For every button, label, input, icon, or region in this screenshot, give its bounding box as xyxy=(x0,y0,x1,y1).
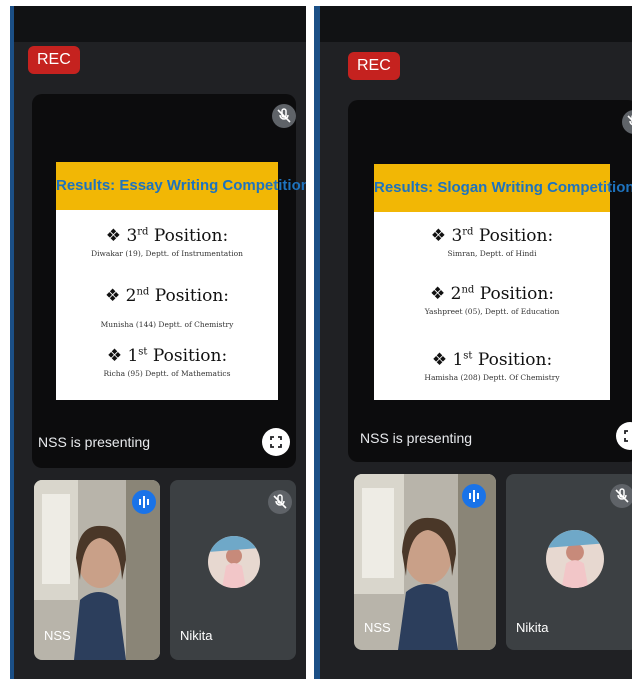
position-detail: Diwakar (19), Deptt. of Instrumentation xyxy=(91,249,243,258)
fullscreen-icon[interactable] xyxy=(262,428,290,456)
participant-tile-nss[interactable]: NSS xyxy=(34,480,160,660)
position-detail: Simran, Deptt. of Hindi xyxy=(447,249,537,258)
mic-off-icon xyxy=(610,484,632,508)
participant-name: Nikita xyxy=(516,620,549,635)
position-entry: ❖ 2nd Position: Yashpreet (05), Deptt. o… xyxy=(374,284,610,316)
presentation-stage[interactable]: Results: Essay Writing Competition ❖ 3rd… xyxy=(32,94,306,468)
position-entry: ❖ 1st Position: Richa (95) Deptt. of Mat… xyxy=(56,346,278,378)
position-detail: Yashpreet (05), Deptt. of Education xyxy=(424,307,560,316)
speaking-indicator-icon xyxy=(462,484,486,508)
position-entry: ❖ 3rd Position: Diwakar (19), Deptt. of … xyxy=(56,226,278,258)
diamond-bullet-icon: ❖ xyxy=(105,226,127,246)
top-bar xyxy=(14,6,306,42)
position-detail: Hamisha (208) Deptt. Of Chemistry xyxy=(424,373,560,382)
mic-off-icon[interactable] xyxy=(272,104,296,128)
participant-name: Nikita xyxy=(180,628,213,643)
diamond-bullet-icon: ❖ xyxy=(106,346,128,366)
slide-title: Results: Slogan Writing Competition xyxy=(374,164,632,212)
diamond-bullet-icon: ❖ xyxy=(104,286,126,306)
participant-tile-nss[interactable]: NSS xyxy=(354,474,496,650)
recording-badge: REC xyxy=(348,52,400,80)
position-entry: ❖ 1st Position: Hamisha (208) Deptt. Of … xyxy=(374,350,610,382)
shared-slide: Results: Essay Writing Competition ❖ 3rd… xyxy=(56,162,306,400)
slide-title: Results: Essay Writing Competition xyxy=(56,162,306,210)
meeting-panel-left: REC Results: Essay Writing Competition ❖… xyxy=(10,6,306,679)
meeting-panel-right: REC Results: Slogan Writing Competition … xyxy=(314,6,632,679)
diamond-bullet-icon: ❖ xyxy=(430,226,452,246)
participant-name: NSS xyxy=(44,628,71,643)
mic-off-icon xyxy=(268,490,292,514)
speaking-indicator-icon xyxy=(132,490,156,514)
avatar xyxy=(208,536,260,588)
position-detail: Munisha (144) Deptt. of Chemistry xyxy=(100,320,234,329)
position-entry: ❖ 3rd Position: Simran, Deptt. of Hindi xyxy=(374,226,610,258)
position-detail: Richa (95) Deptt. of Mathematics xyxy=(103,369,231,378)
mic-off-icon[interactable] xyxy=(622,110,632,134)
position-entry: ❖ 2nd Position: Munisha (144) Deptt. of … xyxy=(56,286,278,329)
recording-badge: REC xyxy=(28,46,80,74)
presenting-label: NSS is presenting xyxy=(38,434,151,450)
participant-tile-nikita[interactable]: Nikita xyxy=(170,480,296,660)
diamond-bullet-icon: ❖ xyxy=(429,284,451,304)
shared-slide: Results: Slogan Writing Competition ❖ 3r… xyxy=(374,164,632,400)
fullscreen-icon[interactable] xyxy=(616,422,632,450)
presenting-label: NSS is presenting xyxy=(360,430,473,446)
participant-tile-nikita[interactable]: Nikita xyxy=(506,474,632,650)
presentation-stage[interactable]: Results: Slogan Writing Competition ❖ 3r… xyxy=(348,100,632,462)
avatar xyxy=(546,530,604,588)
participant-name: NSS xyxy=(364,620,391,635)
diamond-bullet-icon: ❖ xyxy=(431,350,453,370)
top-bar xyxy=(320,6,632,42)
